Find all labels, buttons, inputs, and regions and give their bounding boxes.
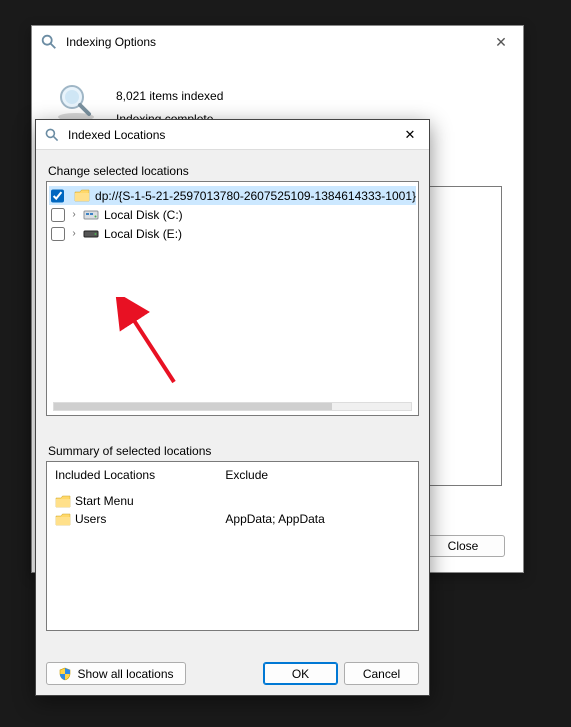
tree-node-label: dp://{S-1-5-21-2597013780-2607525109-138… [93,189,416,203]
folder-icon [74,189,90,203]
summary-panel: Included Locations Start Menu Users Exclu… [46,461,419,631]
tree-node-label: Local Disk (E:) [102,227,182,241]
indexed-locations-dialog: Indexed Locations ✕ Change selected loca… [35,119,430,696]
horizontal-scrollbar[interactable] [53,402,412,411]
ok-button[interactable]: OK [263,662,338,685]
included-location-label: Start Menu [75,494,134,508]
close-icon[interactable]: ✕ [399,127,421,143]
chevron-right-icon[interactable]: › [68,228,80,239]
included-header: Included Locations [55,468,225,482]
locations-tree[interactable]: › dp://{S-1-5-21-2597013780-2607525109-13… [46,181,419,416]
dialog-title: Indexed Locations [68,128,391,142]
folder-icon [55,513,71,526]
included-location-row[interactable]: Start Menu [55,492,225,510]
tree-row[interactable]: ›dp://{S-1-5-21-2597013780-2607525109-13… [49,186,416,205]
close-icon[interactable]: ✕ [487,34,515,51]
drive-icon [83,227,99,241]
location-checkbox[interactable] [51,208,65,222]
scrollbar-thumb[interactable] [54,403,332,410]
chevron-right-icon[interactable]: › [68,209,80,220]
exclude-row[interactable] [225,492,410,510]
items-indexed-text: 8,021 items indexed [116,85,223,108]
window-title: Indexing Options [66,35,479,49]
show-all-locations-button[interactable]: Show all locations [46,662,186,685]
location-checkbox[interactable] [51,189,64,203]
tree-node-label: Local Disk (C:) [102,208,183,222]
tree-row[interactable]: › Local Disk (E:) [49,224,416,243]
tree-row[interactable]: › Local Disk (C:) [49,205,416,224]
drive-icon [83,208,99,222]
location-checkbox[interactable] [51,227,65,241]
shield-icon [58,667,72,681]
titlebar: Indexing Options ✕ [32,26,523,58]
close-button[interactable]: Close [421,535,505,557]
cancel-button[interactable]: Cancel [344,662,419,685]
magnifier-icon [40,33,58,51]
show-all-locations-label: Show all locations [77,667,173,681]
folder-icon [55,495,71,508]
summary-label: Summary of selected locations [48,444,419,458]
included-location-label: Users [75,512,106,526]
exclude-row[interactable]: AppData; AppData [225,510,410,528]
annotation-arrow [114,297,184,387]
exclude-text: AppData; AppData [225,512,324,526]
titlebar: Indexed Locations ✕ [36,120,429,150]
included-location-row[interactable]: Users [55,510,225,528]
change-locations-label: Change selected locations [48,164,419,178]
magnifier-icon [44,127,60,143]
exclude-header: Exclude [225,468,410,482]
